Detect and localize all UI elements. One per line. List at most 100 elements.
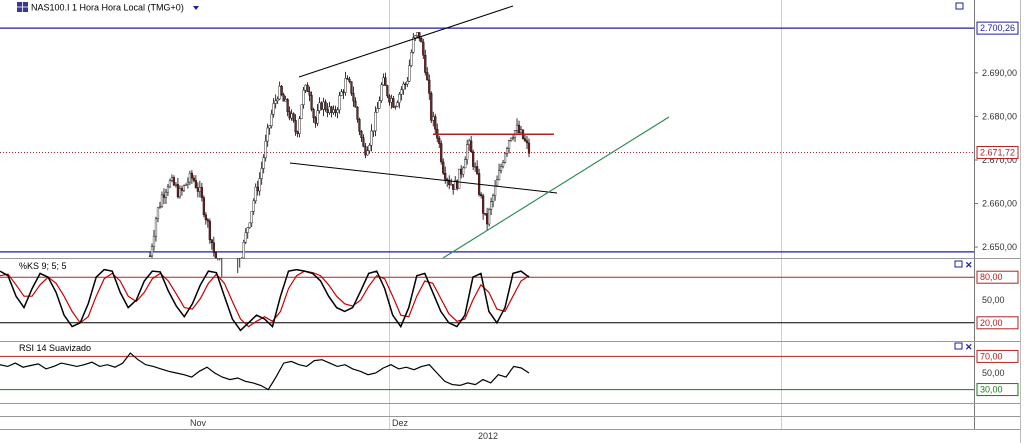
candle-body xyxy=(200,187,203,198)
candle-body xyxy=(302,89,305,106)
rsi-panel-title: RSI 14 Suavizado xyxy=(19,343,91,353)
candle-body xyxy=(176,184,180,198)
candle-body xyxy=(276,98,279,101)
candle-body xyxy=(166,186,170,193)
candle-body xyxy=(212,242,215,253)
candle-body xyxy=(260,168,263,179)
chart-canvas[interactable]: 2.690,002.680,002.670,002.660,002.650,00… xyxy=(0,0,1024,443)
candle-body xyxy=(180,188,184,191)
candle-body xyxy=(186,181,189,185)
candle-body xyxy=(326,109,329,113)
candle-body xyxy=(440,143,443,163)
candle-body xyxy=(388,95,391,103)
x-label-year: 2012 xyxy=(478,431,498,441)
candle-body xyxy=(523,138,527,142)
candle-body xyxy=(422,41,425,56)
candle-body xyxy=(432,116,435,121)
candle-body xyxy=(184,183,188,186)
candle-body xyxy=(406,81,409,85)
candle-body xyxy=(188,172,191,183)
candle-body xyxy=(488,209,491,225)
candle-body xyxy=(428,79,431,94)
candle-body xyxy=(410,52,413,66)
candle-body xyxy=(254,186,257,202)
candle-body xyxy=(380,84,383,101)
x-label-dez: Dez xyxy=(392,418,409,428)
rsi-level-label: 50,00 xyxy=(982,368,1005,378)
candle-body xyxy=(290,113,293,119)
candle-body xyxy=(358,119,361,132)
candle-body xyxy=(248,222,251,228)
candle-body xyxy=(503,153,507,163)
candle-body xyxy=(172,177,176,186)
candle-body xyxy=(382,77,385,86)
candle-body xyxy=(368,145,371,151)
candle-body xyxy=(450,184,453,186)
candle-body xyxy=(312,109,315,118)
candle-body xyxy=(308,91,311,96)
candle-body xyxy=(497,170,501,180)
close-rsi-panel-icon[interactable]: ✕ xyxy=(965,342,973,352)
candle-body xyxy=(338,95,341,111)
price-tick-label: 2.660,00 xyxy=(982,199,1017,209)
candle-body xyxy=(374,112,377,132)
candle-body xyxy=(242,242,245,259)
candle-body xyxy=(286,99,289,112)
candle-body xyxy=(495,179,499,187)
candle-body xyxy=(208,220,211,240)
candle-body xyxy=(466,144,469,160)
price-tick-label: 2.650,00 xyxy=(982,242,1017,252)
candle-body xyxy=(320,102,323,110)
candle-body xyxy=(244,232,247,243)
stoch-level-label: 50,00 xyxy=(982,295,1005,305)
candle-body xyxy=(340,91,343,96)
candle-body xyxy=(468,140,471,145)
candle-body xyxy=(424,54,427,73)
candle-body xyxy=(322,101,325,110)
candle-body xyxy=(288,111,291,119)
x-label-nov: Nov xyxy=(190,418,207,428)
candle-body xyxy=(476,166,479,174)
candle-body xyxy=(426,72,429,81)
candle-body xyxy=(294,120,297,133)
candle-body xyxy=(148,255,152,257)
candle-body xyxy=(206,219,209,222)
chart-background xyxy=(0,0,1024,443)
candle-body xyxy=(272,103,275,115)
candle-body xyxy=(525,140,529,144)
candle-body xyxy=(210,239,213,243)
top-line-price-label: 2.700,26 xyxy=(980,23,1015,33)
stoch-level-label: 80,00 xyxy=(980,272,1003,282)
candle-body xyxy=(352,93,355,102)
candle-body xyxy=(156,207,160,219)
candle-body xyxy=(178,188,182,198)
candle-body xyxy=(390,98,393,103)
candle-body xyxy=(310,95,313,110)
candle-body xyxy=(318,102,321,111)
candle-body xyxy=(398,94,401,103)
candle-body xyxy=(270,113,273,126)
candle-body xyxy=(486,213,489,225)
symbol-title[interactable]: NAS100.I 1 Hora Hora Local (TMG+0) xyxy=(31,3,184,13)
candle-body xyxy=(198,187,201,192)
candle-body xyxy=(282,94,285,102)
candle-body xyxy=(442,161,445,174)
candle-body xyxy=(493,185,497,196)
candle-body xyxy=(336,109,339,113)
last-price-label: 2.671,72 xyxy=(980,147,1015,157)
candle-body xyxy=(292,113,295,121)
candle-body xyxy=(258,178,261,192)
candle-body xyxy=(344,78,347,93)
candle-body xyxy=(364,146,367,156)
candle-body xyxy=(452,184,455,190)
candle-body xyxy=(162,194,166,198)
candle-body xyxy=(356,107,359,120)
candle-body xyxy=(278,85,281,100)
candle-body xyxy=(438,138,441,144)
candle-body xyxy=(372,130,375,132)
candle-body xyxy=(190,172,193,179)
close-stoch-panel-icon[interactable]: ✕ xyxy=(965,260,973,270)
candle-body xyxy=(334,109,337,113)
chart-window: { "header": { "symbol_title": "NAS100.I … xyxy=(0,0,1024,443)
candle-body xyxy=(196,187,199,192)
